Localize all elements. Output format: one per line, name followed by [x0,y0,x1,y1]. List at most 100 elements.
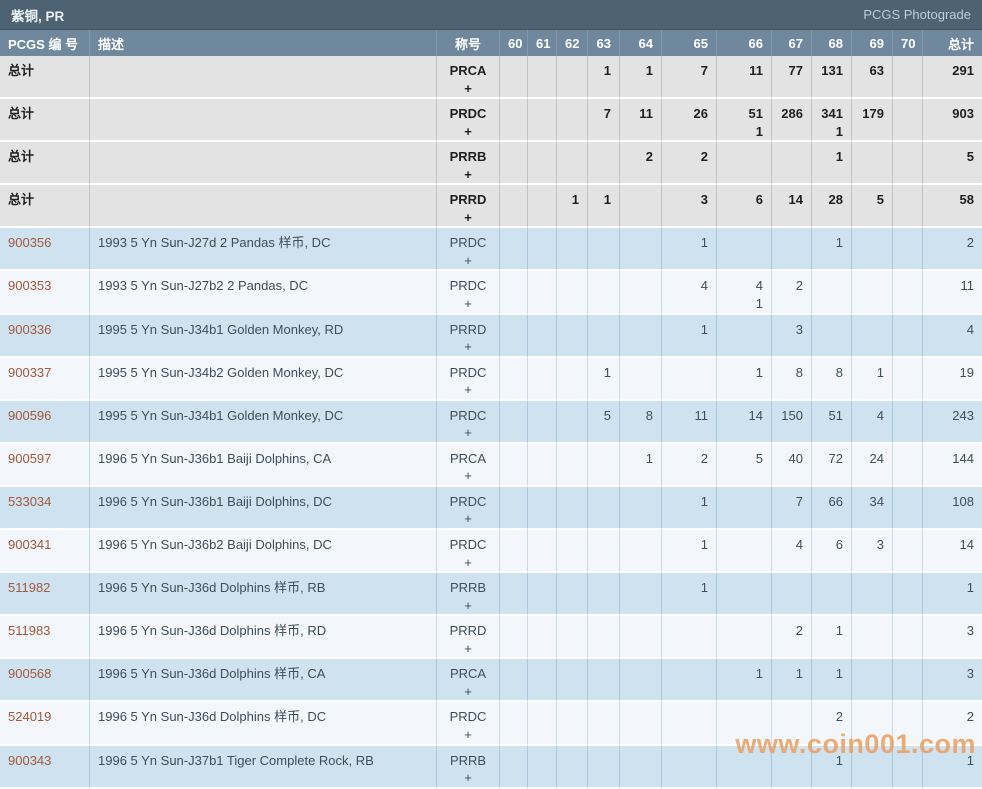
summary-desc-cell [90,56,437,100]
grade-cell-68: 1 [812,659,852,703]
total-cell: 243 [923,400,982,444]
grade-cell-60 [500,56,528,100]
grade-cell-70 [893,142,923,186]
designation-plus: + [464,80,472,96]
grade-cell-66 [717,228,772,272]
grade-cell-68: 1 [812,745,852,789]
pcgs-number-link[interactable]: 900568 [8,666,51,681]
grade-cell-64 [620,314,662,358]
summary-row: 总计 PRDC +7 11 26 51 1 286 341 1 179 903 [0,99,982,143]
grade-cell-68: 6 [812,530,852,574]
grade-cell-70 [893,443,923,487]
grade-cell-63: 1 [588,185,620,229]
grade-cell-62 [557,314,588,358]
grade-cell-70 [893,56,923,100]
coin-description: 1995 5 Yn Sun-J34b2 Golden Monkey, DC [90,357,437,401]
designation-label: PRRB [449,580,487,596]
pcgs-number-link[interactable]: 900341 [8,537,51,552]
grade-cell-64 [620,271,662,315]
grade-cell-68: 1 [812,228,852,272]
total-cell: 291 [923,56,982,100]
column-header-62: 62 [557,30,588,56]
grade-cell-64: 11 [620,99,662,143]
pcgs-number-link[interactable]: 900596 [8,408,51,423]
grade-cell-70 [893,400,923,444]
pcgs-number-link[interactable]: 524019 [8,709,51,724]
grade-cell-60 [500,185,528,229]
grade-cell-70 [893,271,923,315]
table-header-row: PCGS 编 号描述 称号 60 61 62 63 64 65 66 67 68 69 70 总计 [0,30,982,56]
coin-description: 1996 5 Yn Sun-J36d Dolphins 样币, RD [90,616,437,660]
coin-description: 1996 5 Yn Sun-J36b1 Baiji Dolphins, CA [90,443,437,487]
grade-cell-70 [893,99,923,143]
grade-cell-61 [528,443,557,487]
grade-cell-69: 3 [852,530,893,574]
grade-cell-60 [500,99,528,143]
grade-cell-62 [557,573,588,617]
grade-cell-63 [588,142,620,186]
designation-label: PRRB [449,149,487,165]
grade-cell-64 [620,357,662,401]
grade-cell-64 [620,702,662,746]
grade-cell-66: 51 1 [717,99,772,143]
pcgs-number-cell: 511982 [0,573,90,617]
designation-label: PRDC [449,537,487,553]
grade-cell-66 [717,616,772,660]
total-cell: 903 [923,99,982,143]
pcgs-number-link[interactable]: 900337 [8,365,51,380]
grade-cell-63 [588,530,620,574]
total-cell: 58 [923,185,982,229]
pcgs-number-link[interactable]: 900353 [8,278,51,293]
grade-cell-63: 5 [588,400,620,444]
grade-cell-66: 11 [717,56,772,100]
pcgs-number-link[interactable]: 900343 [8,753,51,768]
summary-row: 总计 PRRD +1 1 3 6 14 28 5 58 [0,185,982,229]
grade-cell-70 [893,659,923,703]
photograde-link[interactable]: PCGS Photograde [863,7,971,22]
grade-cell-62 [557,56,588,100]
grade-cell-65: 11 [662,400,717,444]
table-row: 900353 1993 5 Yn Sun-J27b2 2 Pandas, DC PR… [0,271,982,315]
designation-label: PRDC [449,278,487,294]
grade-cell-69 [852,573,893,617]
designation-cell: PRDC + [437,271,500,315]
grade-cell-65: 1 [662,486,717,531]
designation-cell: PRDC + [437,702,500,746]
total-cell: 3 [923,659,982,703]
grade-cell-65: 1 [662,573,717,617]
pcgs-number-link[interactable]: 900336 [8,322,51,337]
grade-cell-69 [852,702,893,746]
pcgs-number-link[interactable]: 533034 [8,494,51,509]
grade-cell-63 [588,745,620,789]
grade-cell-60 [500,745,528,789]
column-header-总计: 总计 [923,30,982,56]
grade-cell-66: 6 [717,185,772,229]
pcgs-number-link[interactable]: 900597 [8,451,51,466]
total-cell: 108 [923,486,982,531]
designation-cell: PRDC + [437,228,500,272]
pcgs-number-cell: 900336 [0,314,90,358]
grade-cell-67 [772,745,812,789]
grade-cell-65 [662,616,717,660]
designation-cell: PRRD + [437,616,500,660]
designation-plus: + [464,597,472,613]
pcgs-number-cell: 511983 [0,616,90,660]
grade-cell-62 [557,702,588,746]
table-row: 511982 1996 5 Yn Sun-J36d Dolphins 样币, RB… [0,573,982,617]
grade-cell-65: 4 [662,271,717,315]
grade-cell-68 [812,573,852,617]
grade-cell-68: 2 [812,702,852,746]
pcgs-number-link[interactable]: 900356 [8,235,51,250]
grade-cell-60 [500,702,528,746]
designation-plus: + [464,554,472,570]
pcgs-number-link[interactable]: 511983 [8,623,50,638]
grade-cell-70 [893,530,923,574]
pcgs-number-link[interactable]: 511982 [8,580,50,595]
grade-cell-68: 66 [812,486,852,531]
grade-cell-60 [500,530,528,574]
designation-plus: + [464,252,472,268]
grade-cell-61 [528,142,557,186]
grade-cell-60 [500,616,528,660]
grade-cell-67 [772,573,812,617]
total-cell: 11 [923,271,982,315]
